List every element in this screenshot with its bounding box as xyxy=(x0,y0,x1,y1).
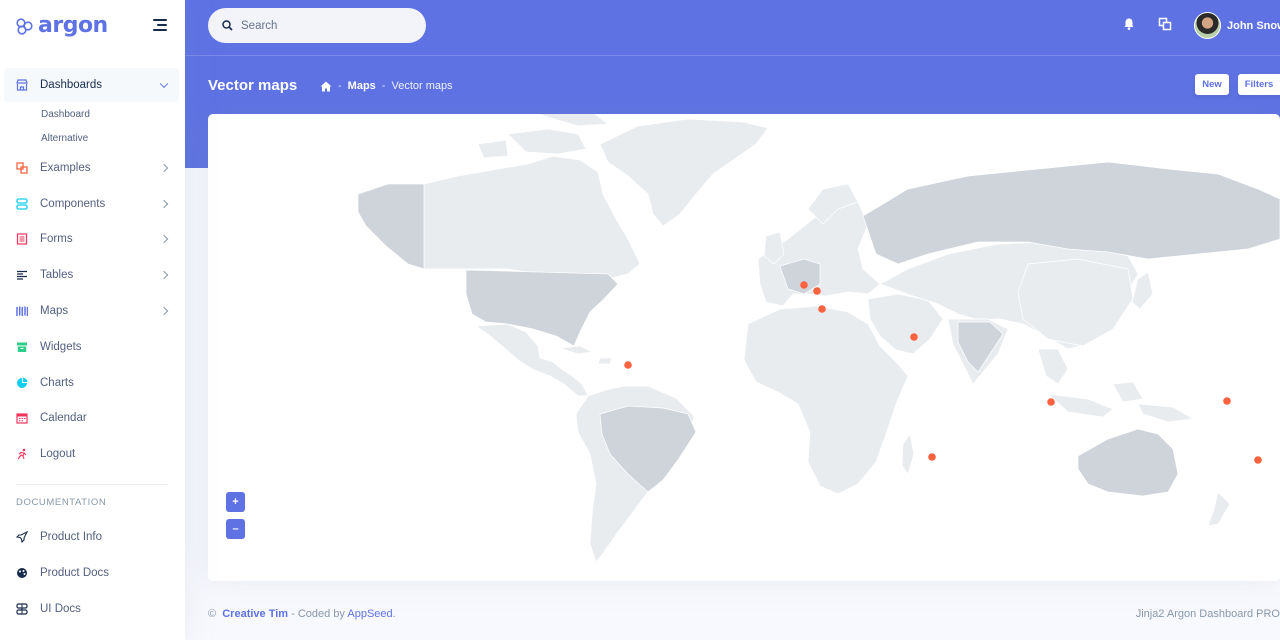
ungroup-icon xyxy=(16,162,28,174)
sidebar-item-logout[interactable]: Logout xyxy=(0,436,185,472)
sidebar-item-label: Dashboards xyxy=(40,79,103,91)
user-name: John Snow xyxy=(1227,19,1280,32)
single-copy-icon xyxy=(16,233,28,246)
brand-logo[interactable]: argon xyxy=(16,13,108,38)
sidebar-item-label: Charts xyxy=(40,376,74,389)
sidebar-item-examples[interactable]: Examples xyxy=(0,150,185,186)
breadcrumb-separator: - xyxy=(338,80,342,92)
region-greenland xyxy=(599,118,769,227)
search-icon xyxy=(222,20,233,31)
page-title: Vector maps xyxy=(208,77,298,94)
map-markers xyxy=(624,281,1262,464)
home-icon[interactable] xyxy=(320,81,332,92)
appseed-link[interactable]: AppSeed xyxy=(347,608,392,620)
sidebar-item-label: Calendar xyxy=(40,412,87,425)
sidebar-item-maps[interactable]: Maps xyxy=(0,293,185,329)
documentation-heading: DOCUMENTATION xyxy=(16,497,107,509)
vector-map-card: + – xyxy=(208,114,1280,581)
sidebar-item-widgets[interactable]: Widgets xyxy=(0,329,185,365)
sidebar-item-label: Logout xyxy=(40,448,76,461)
sidebar-item-charts[interactable]: Charts xyxy=(0,365,185,401)
sidebar-item-calendar[interactable]: Calendar xyxy=(0,401,185,437)
avatar xyxy=(1194,12,1221,39)
region-new-zealand xyxy=(1207,491,1231,527)
search-box[interactable] xyxy=(208,8,426,43)
archive-icon xyxy=(16,341,28,353)
creative-tim-link[interactable]: Creative Tim xyxy=(222,608,288,620)
sidebar-subitem-dashboard[interactable]: Dashboard xyxy=(0,102,185,126)
region-russia xyxy=(862,161,1280,265)
region-alaska xyxy=(357,183,425,270)
ui-04-icon xyxy=(16,603,28,615)
copyright-symbol: © xyxy=(208,608,217,620)
sidebar-item-label: Widgets xyxy=(40,340,82,353)
breadcrumb-maps[interactable]: Maps xyxy=(348,80,376,92)
sidenav-toggle-icon[interactable] xyxy=(153,19,167,31)
sidebar-item-product-info[interactable]: Product Info xyxy=(0,519,185,555)
align-left-icon xyxy=(16,269,28,281)
shop-icon xyxy=(16,79,28,91)
sidebar-item-label: Product Info xyxy=(40,531,103,544)
bell-icon[interactable] xyxy=(1122,17,1136,31)
world-map[interactable] xyxy=(208,114,1280,581)
footer-copyright: © Creative Tim - Coded by AppSeed. xyxy=(208,608,396,620)
region-china xyxy=(1017,258,1134,347)
user-menu[interactable]: John Snow xyxy=(1194,12,1280,39)
spaceship-icon xyxy=(16,531,28,544)
footer-product-name: Jinja2 Argon Dashboard PRO xyxy=(1135,608,1280,620)
marker-fiji[interactable] xyxy=(1254,456,1262,464)
region-madagascar xyxy=(901,433,915,475)
breadcrumb-current: Vector maps xyxy=(391,80,453,92)
filters-button[interactable]: Filters xyxy=(1238,74,1280,95)
region-arctic-islands xyxy=(477,114,609,159)
breadcrumb: - Maps - Vector maps xyxy=(320,80,453,92)
sidebar-subitem-alternative[interactable]: Alternative xyxy=(0,126,185,150)
marker-mauritius[interactable] xyxy=(928,453,936,461)
region-australia xyxy=(1077,428,1179,497)
ungroup-icon[interactable] xyxy=(1158,17,1172,31)
marker-pacific[interactable] xyxy=(1223,397,1231,405)
sidebar-divider xyxy=(16,484,168,486)
marker-caribbean[interactable] xyxy=(624,361,632,369)
sidebar-item-forms[interactable]: Forms xyxy=(0,222,185,258)
topbar-divider xyxy=(185,55,1280,56)
footer-period: . xyxy=(392,608,396,620)
chart-pie-icon xyxy=(16,377,28,389)
map-big-icon xyxy=(16,305,28,317)
breadcrumb-separator: - xyxy=(381,80,386,92)
new-button[interactable]: New xyxy=(1195,74,1229,95)
coded-by-text: - Coded by xyxy=(288,608,348,620)
sidebar-nav: Dashboards Dashboard Alternative Example… xyxy=(0,68,185,627)
sidebar-item-dashboards[interactable]: Dashboards xyxy=(4,68,179,102)
sidebar: argon Dashboards Dashboard Alternative E… xyxy=(0,0,185,640)
marker-singapore[interactable] xyxy=(1047,398,1055,406)
sidebar-item-label: UI Docs xyxy=(40,602,81,615)
marker-uae[interactable] xyxy=(910,333,918,341)
region-new-guinea xyxy=(1137,403,1195,423)
user-run-icon xyxy=(16,448,28,460)
argon-logo-icon xyxy=(16,17,33,35)
sidebar-item-ui-docs[interactable]: UI Docs xyxy=(0,591,185,627)
marker-italy[interactable] xyxy=(813,287,821,295)
region-canada xyxy=(423,155,641,287)
zoom-out-button[interactable]: – xyxy=(226,519,245,539)
sidebar-item-components[interactable]: Components xyxy=(0,186,185,222)
search-input[interactable] xyxy=(241,19,411,32)
zoom-in-button[interactable]: + xyxy=(226,492,245,512)
calendar-icon xyxy=(16,412,28,425)
region-southeast-asia xyxy=(1037,348,1144,418)
sidebar-item-product-docs[interactable]: Product Docs xyxy=(0,555,185,591)
palette-icon xyxy=(16,567,28,579)
ui-04-icon xyxy=(16,198,28,210)
brand-name: argon xyxy=(38,13,108,38)
marker-marseille[interactable] xyxy=(800,281,808,289)
sidebar-item-tables[interactable]: Tables xyxy=(0,257,185,293)
marker-malta[interactable] xyxy=(818,305,826,313)
sidebar-item-label: Product Docs xyxy=(40,566,110,579)
region-caribbean xyxy=(559,345,613,365)
